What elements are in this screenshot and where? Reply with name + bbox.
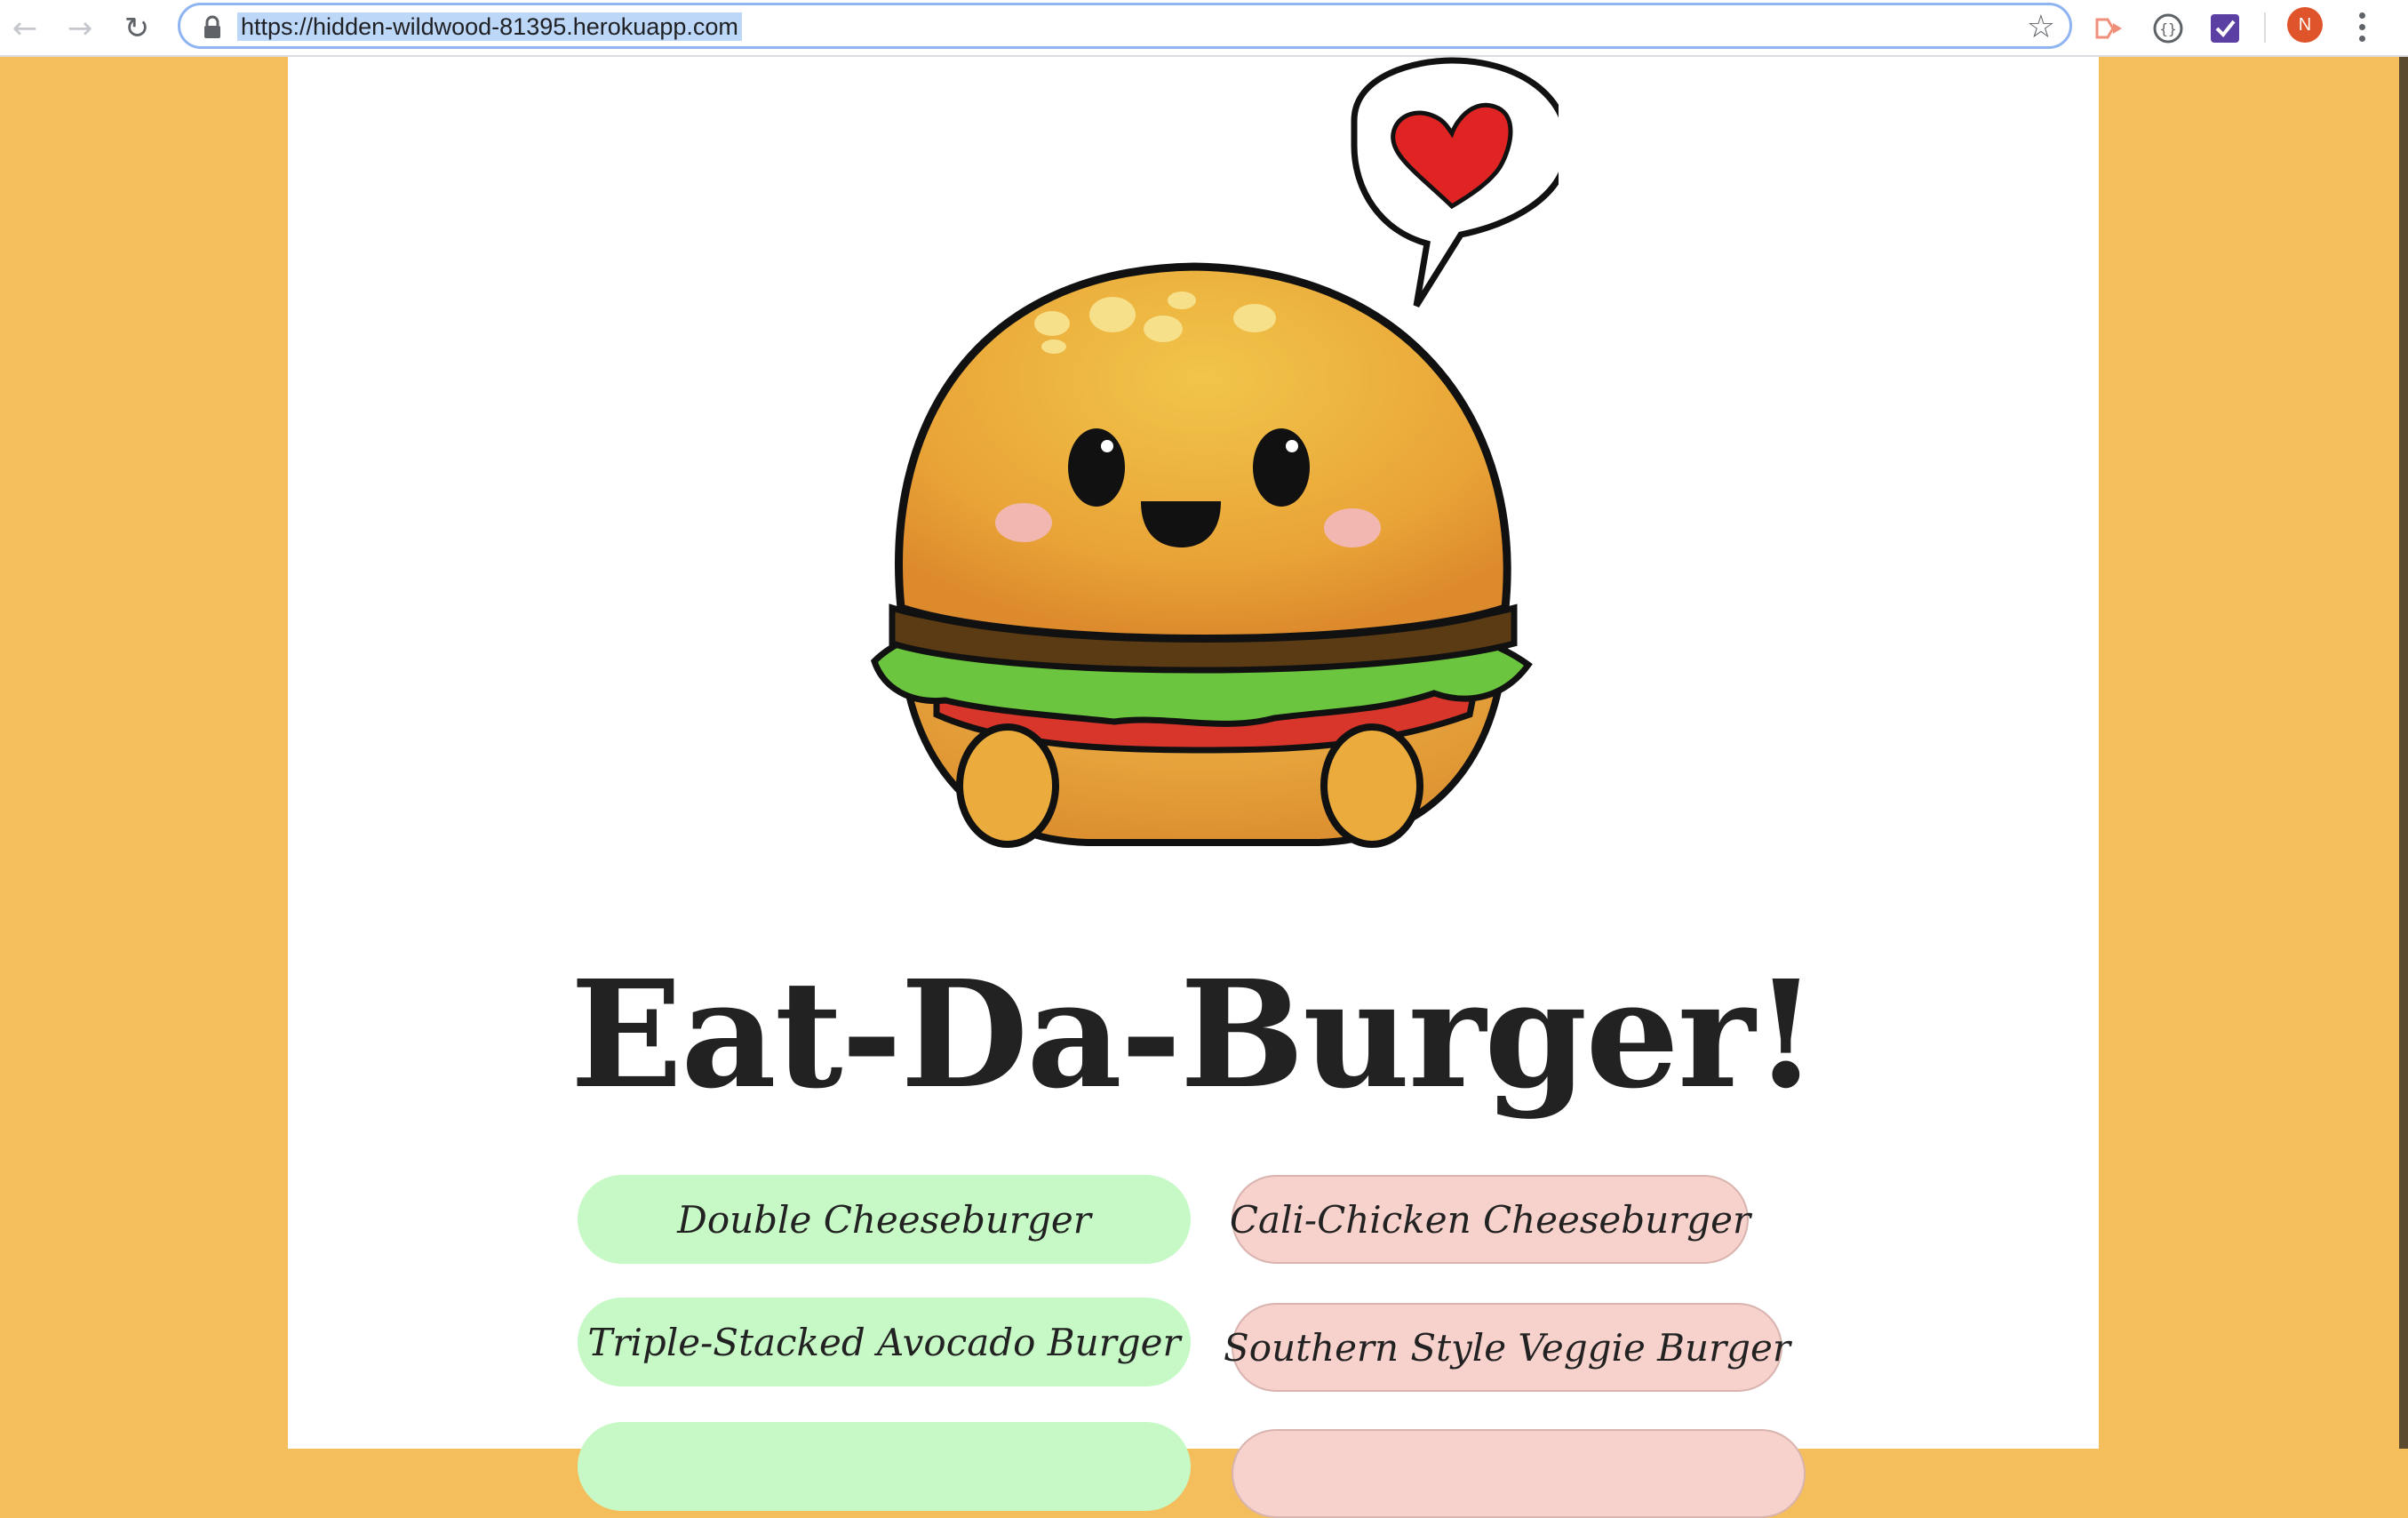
devoured-burger-button-partial[interactable]: [1232, 1429, 1806, 1518]
speech-bubble: [1351, 57, 1559, 308]
address-bar[interactable]: https://hidden-wildwood-81395.herokuapp.…: [178, 3, 2072, 49]
burger-to-eat-button[interactable]: Triple-Stacked Avocado Burger: [578, 1298, 1191, 1386]
devoured-burger-button[interactable]: Cali-Chicken Cheeseburger: [1230, 1175, 1750, 1264]
devoured-burger-button[interactable]: Southern Style Veggie Burger: [1224, 1303, 1790, 1392]
extension-cast-icon[interactable]: [2090, 9, 2129, 48]
extension-check-icon[interactable]: [2205, 9, 2245, 48]
bookmark-star-icon[interactable]: ☆: [2027, 9, 2055, 45]
reload-icon[interactable]: ↻: [116, 7, 158, 50]
lock-icon: [204, 15, 220, 38]
browser-menu-icon[interactable]: [2346, 5, 2378, 48]
back-arrow-icon[interactable]: ←: [4, 7, 46, 50]
forward-arrow-icon[interactable]: →: [59, 7, 101, 50]
page-title: Eat-Da-Burger!: [570, 948, 1819, 1122]
profile-avatar[interactable]: N: [2287, 7, 2323, 43]
svg-text:{}: {}: [2159, 20, 2176, 37]
burger-logo-image: [870, 57, 1559, 848]
burger-to-eat-button-partial[interactable]: [578, 1422, 1191, 1511]
toolbar-separator: [2264, 12, 2266, 43]
extension-json-icon[interactable]: {}: [2149, 9, 2188, 48]
page-container: Eat-Da-Burger! Double Cheeseburger Cali-…: [288, 57, 2099, 1518]
burger-to-eat-button[interactable]: Double Cheeseburger: [578, 1175, 1191, 1264]
browser-toolbar: ← → ↻ https://hidden-wildwood-81395.hero…: [0, 0, 2408, 57]
url-text[interactable]: https://hidden-wildwood-81395.herokuapp.…: [237, 12, 742, 41]
window-edge: [2399, 57, 2408, 1449]
